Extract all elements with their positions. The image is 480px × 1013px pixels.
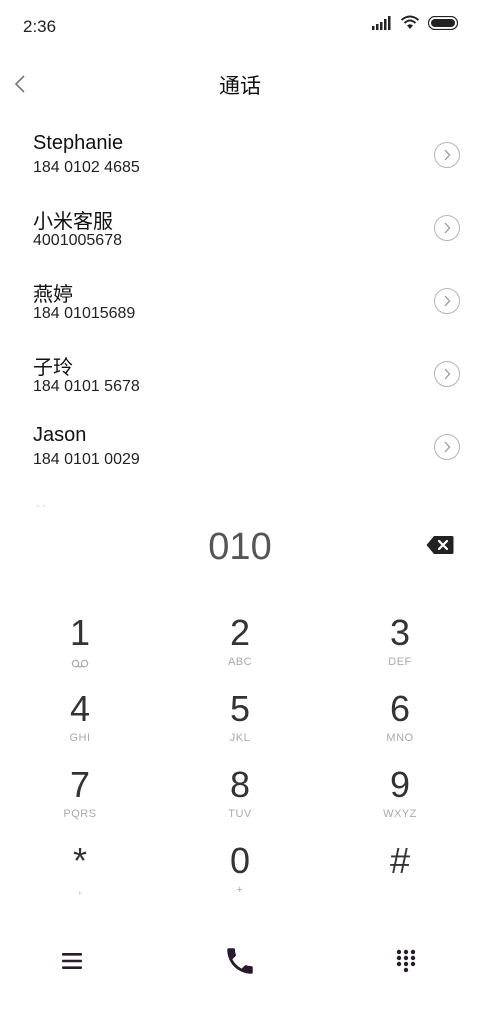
contact-detail-button[interactable] <box>434 215 460 241</box>
key-letters: TUV <box>228 808 252 820</box>
key-letters: DEF <box>388 656 412 668</box>
wifi-icon <box>400 15 420 29</box>
key-5[interactable]: 5 JKL <box>180 688 300 760</box>
chevron-right-icon <box>444 368 451 380</box>
key-letters: PQRS <box>63 808 97 820</box>
key-hash[interactable]: # <box>340 840 460 912</box>
key-1[interactable]: 1 <box>20 612 140 684</box>
title-bar: 通话 <box>0 62 480 106</box>
contact-row[interactable]: 小米客服 4001005678 <box>0 191 480 264</box>
call-button[interactable] <box>215 936 265 986</box>
chevron-right-icon <box>444 222 451 234</box>
key-digit: 3 <box>389 612 411 653</box>
contact-detail-button[interactable] <box>434 434 460 460</box>
status-icons <box>372 15 458 30</box>
contact-name: 小米客服 <box>33 211 113 233</box>
contact-name: 燕婷 <box>33 284 73 306</box>
chevron-right-icon <box>444 441 451 453</box>
page-title: 通话 <box>219 75 261 98</box>
key-8[interactable]: 8 TUV <box>180 764 300 836</box>
status-time: 2:36 <box>23 17 57 36</box>
key-0[interactable]: 0 + <box>180 840 300 912</box>
contact-name: Jason <box>33 424 87 446</box>
key-7[interactable]: 7 PQRS <box>20 764 140 836</box>
key-letters: JKL <box>229 732 251 744</box>
key-2[interactable]: 2 ABC <box>180 612 300 684</box>
key-digit: 9 <box>389 764 411 805</box>
contact-list: Stephanie 184 0102 4685 小米客服 4001005678 … <box>0 118 480 483</box>
key-letters: GHI <box>69 732 91 744</box>
voicemail-icon <box>71 659 89 668</box>
contact-number: 184 01015689 <box>33 305 136 322</box>
contact-row[interactable]: Stephanie 184 0102 4685 <box>0 118 480 191</box>
key-star[interactable]: * , <box>20 840 140 912</box>
menu-button[interactable] <box>52 936 92 986</box>
contact-detail-button[interactable] <box>434 361 460 387</box>
status-bar: 2:36 <box>0 0 480 52</box>
key-3[interactable]: 3 DEF <box>340 612 460 684</box>
signal-icon <box>372 15 391 30</box>
key-digit: 2 <box>229 612 251 653</box>
key-digit: 7 <box>69 764 91 805</box>
backspace-icon <box>426 536 454 554</box>
key-letters: + <box>236 884 244 896</box>
chevron-right-icon <box>444 149 451 161</box>
dialpad-toggle-button[interactable] <box>386 936 426 986</box>
menu-icon <box>62 953 82 969</box>
key-digit: 0 <box>229 840 251 881</box>
contact-name: Stephanie <box>33 132 124 154</box>
key-digit: * <box>72 840 87 881</box>
contact-number: 184 0102 4685 <box>33 159 140 176</box>
key-digit: 8 <box>229 764 251 805</box>
contact-row[interactable]: 燕婷 184 01015689 <box>0 264 480 337</box>
dial-input-display: 010 <box>208 526 272 568</box>
backspace-button[interactable] <box>426 535 454 557</box>
contact-number: 4001005678 <box>33 232 122 249</box>
contact-row[interactable]: Jason 184 0101 0029 <box>0 410 480 483</box>
contact-number: 184 0101 0029 <box>33 451 140 468</box>
key-digit: 6 <box>389 688 411 729</box>
contact-row[interactable]: 子玲 184 0101 5678 <box>0 337 480 410</box>
key-digit: 4 <box>69 688 91 729</box>
key-letters: WXYZ <box>383 808 417 820</box>
key-letters: , <box>78 884 82 896</box>
key-digit: 5 <box>229 688 251 729</box>
key-letters: ABC <box>227 656 253 668</box>
contact-detail-button[interactable] <box>434 142 460 168</box>
contact-name: 子玲 <box>33 357 73 379</box>
key-6[interactable]: 6 MNO <box>340 688 460 760</box>
key-digit: # <box>389 840 411 881</box>
key-4[interactable]: 4 GHI <box>20 688 140 760</box>
key-9[interactable]: 9 WXYZ <box>340 764 460 836</box>
dialpad-icon <box>396 949 416 973</box>
key-digit: 1 <box>69 612 91 653</box>
bottom-bar <box>0 936 480 986</box>
phone-icon <box>227 948 253 974</box>
more-indicator: ·· <box>36 498 48 512</box>
contact-number: 184 0101 5678 <box>33 378 140 395</box>
battery-icon <box>428 15 458 30</box>
contact-detail-button[interactable] <box>434 288 460 314</box>
key-letters: MNO <box>386 732 414 744</box>
chevron-right-icon <box>444 295 451 307</box>
